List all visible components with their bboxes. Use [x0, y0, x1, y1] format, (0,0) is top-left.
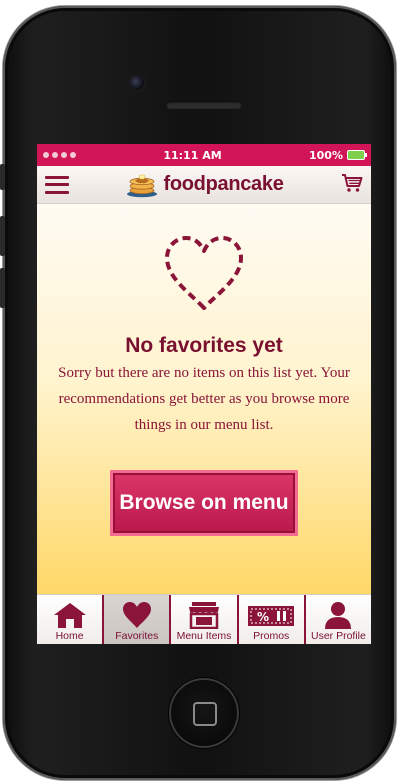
battery-indicator: 100% [309, 148, 367, 162]
app-logo: foodpancake [126, 172, 284, 198]
signal-strength-icon [43, 152, 76, 158]
tab-user-profile-label: User Profile [310, 630, 366, 642]
shopping-cart-icon[interactable] [341, 173, 363, 197]
dashed-heart-icon [165, 236, 243, 310]
mute-switch [0, 164, 5, 190]
favorites-empty-state: No favorites yet Sorry but there are no … [37, 204, 371, 594]
phone-screen: 11:11 AM 100% foodpancake No favorites y… [37, 144, 371, 644]
menu-hamburger-icon[interactable] [45, 175, 69, 194]
empty-state-description: Sorry but there are no items on this lis… [58, 365, 350, 433]
svg-text:%: % [257, 610, 269, 624]
volume-down-button [0, 268, 5, 308]
coupon-icon: % [248, 606, 295, 626]
front-camera [130, 76, 144, 90]
tab-promos[interactable]: % Promos [239, 595, 306, 644]
tab-menu-items[interactable]: Menu Items [171, 595, 239, 644]
battery-icon [346, 150, 367, 160]
app-logo-text: foodpancake [163, 173, 284, 195]
app-header: foodpancake [37, 166, 371, 204]
battery-percent: 100% [309, 148, 343, 162]
empty-state-title: No favorites yet [125, 334, 283, 357]
tab-menu-items-label: Menu Items [176, 630, 232, 642]
storefront-icon [189, 602, 219, 629]
tab-home[interactable]: Home [37, 595, 105, 644]
browse-menu-button[interactable]: Browse on menu [110, 470, 298, 536]
tab-favorites[interactable]: Favorites [104, 595, 172, 644]
volume-up-button [0, 216, 5, 256]
tab-home-label: Home [55, 630, 84, 642]
earpiece-speaker [166, 101, 242, 109]
home-icon [53, 603, 86, 628]
status-time: 11:11 AM [163, 148, 222, 162]
tab-promos-label: Promos [253, 630, 290, 642]
tab-user-profile[interactable]: User Profile [306, 595, 371, 644]
bottom-tab-bar: Home Favorites Menu Items % Promos User … [37, 594, 371, 644]
status-bar: 11:11 AM 100% [37, 144, 371, 166]
pancake-logo-icon [127, 174, 158, 197]
user-icon [325, 602, 352, 629]
heart-icon [122, 602, 151, 628]
tab-favorites-label: Favorites [115, 630, 159, 642]
home-button[interactable] [169, 678, 239, 748]
home-button-square-icon [193, 702, 217, 726]
